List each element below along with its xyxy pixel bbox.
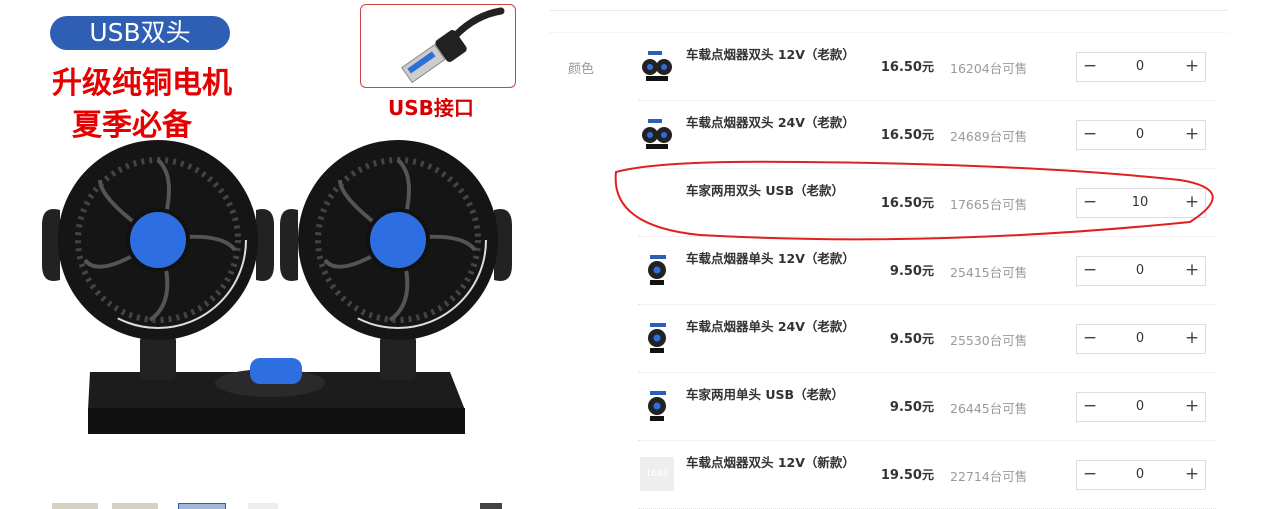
dual-fan-thumb-icon[interactable] bbox=[640, 49, 674, 83]
sku-price-value: 9.50 bbox=[889, 332, 922, 347]
quantity-stepper: − + bbox=[1076, 324, 1206, 354]
quantity-input[interactable] bbox=[1105, 394, 1175, 418]
sku-price: 16.50元 bbox=[870, 194, 934, 211]
sku-price-value: 16.50 bbox=[880, 128, 922, 143]
quantity-input[interactable] bbox=[1105, 190, 1175, 214]
sku-stock: 25415台可售 bbox=[950, 265, 1028, 280]
decrease-button[interactable]: − bbox=[1077, 325, 1103, 353]
quantity-input[interactable] bbox=[1105, 122, 1175, 146]
sku-stock: 26445台可售 bbox=[950, 401, 1028, 416]
quantity-stepper: − + bbox=[1076, 120, 1206, 150]
sku-name: 车载点烟器双头 24V（老款） bbox=[686, 115, 855, 130]
gallery-thumbnail[interactable] bbox=[248, 503, 278, 509]
sku-price: 16.50元 bbox=[870, 58, 934, 75]
quantity-stepper: − + bbox=[1076, 188, 1206, 218]
divider bbox=[550, 10, 1228, 11]
sku-price-unit: 元 bbox=[921, 196, 934, 210]
sku-price: 16.50元 bbox=[870, 126, 934, 143]
sku-row: 车家两用双头 USB（老款） 16.50元 17665台可售 − + bbox=[638, 168, 1216, 237]
sku-price: 19.50元 bbox=[870, 466, 934, 483]
sku-price-unit: 元 bbox=[921, 60, 934, 74]
sku-row: 1688 车载点烟器双头 12V（新款） 19.50元 22714台可售 − + bbox=[638, 440, 1216, 509]
sku-price-unit: 元 bbox=[921, 468, 934, 482]
quantity-stepper: − + bbox=[1076, 52, 1206, 82]
increase-button[interactable]: + bbox=[1179, 257, 1205, 285]
sku-price-value: 9.50 bbox=[889, 400, 922, 415]
attribute-label: 颜色 bbox=[568, 62, 595, 77]
sku-price: 9.50元 bbox=[870, 262, 934, 279]
sku-price-value: 16.50 bbox=[880, 60, 922, 75]
product-image-gallery: USB双头 升级纯铜电机 夏季必备 USB接口 bbox=[0, 0, 548, 509]
increase-button[interactable]: + bbox=[1179, 461, 1205, 489]
sku-price-unit: 元 bbox=[921, 400, 934, 414]
sku-name: 车载点烟器双头 12V（老款） bbox=[686, 47, 855, 62]
quantity-stepper: − + bbox=[1076, 460, 1206, 490]
sku-price-value: 9.50 bbox=[889, 264, 922, 279]
quantity-input[interactable] bbox=[1105, 326, 1175, 350]
increase-button[interactable]: + bbox=[1179, 325, 1205, 353]
promo-text-line2: 夏季必备 bbox=[72, 108, 192, 143]
gallery-thumbnail-active[interactable] bbox=[178, 503, 226, 509]
sku-stock: 24689台可售 bbox=[950, 129, 1028, 144]
sku-price-unit: 元 bbox=[921, 332, 934, 346]
decrease-button[interactable]: − bbox=[1077, 53, 1103, 81]
single-fan-thumb-icon[interactable] bbox=[640, 253, 674, 287]
decrease-button[interactable]: − bbox=[1077, 393, 1103, 421]
increase-button[interactable]: + bbox=[1179, 393, 1205, 421]
decrease-button[interactable]: − bbox=[1077, 189, 1103, 217]
sku-price-value: 16.50 bbox=[880, 196, 922, 211]
sku-price: 9.50元 bbox=[870, 398, 934, 415]
sku-stock: 17665台可售 bbox=[950, 197, 1028, 212]
quantity-input[interactable] bbox=[1105, 54, 1175, 78]
sku-stock: 25530台可售 bbox=[950, 333, 1028, 348]
decrease-button[interactable]: − bbox=[1077, 121, 1103, 149]
sku-price: 9.50元 bbox=[870, 330, 934, 347]
single-fan-thumb-icon[interactable] bbox=[640, 389, 674, 423]
quantity-input[interactable] bbox=[1105, 258, 1175, 282]
increase-button[interactable]: + bbox=[1179, 121, 1205, 149]
sku-row: 车载点烟器双头 12V（老款） 16.50元 16204台可售 − + bbox=[638, 32, 1216, 101]
placeholder-thumb-icon[interactable]: 1688 bbox=[640, 457, 674, 491]
increase-button[interactable]: + bbox=[1179, 53, 1205, 81]
sku-price-value: 19.50 bbox=[880, 468, 922, 483]
usb-plug-icon bbox=[401, 7, 505, 84]
usb-interface-caption: USB接口 bbox=[388, 96, 474, 120]
quantity-stepper: − + bbox=[1076, 392, 1206, 422]
single-fan-thumb-icon[interactable] bbox=[640, 321, 674, 355]
sku-price-unit: 元 bbox=[921, 264, 934, 278]
usb-plug-image bbox=[360, 4, 516, 88]
quantity-input[interactable] bbox=[1105, 462, 1175, 486]
sku-name: 车家两用单头 USB（老款） bbox=[686, 387, 845, 402]
sku-price-unit: 元 bbox=[921, 128, 934, 142]
dual-fan-thumb-icon[interactable] bbox=[640, 117, 674, 151]
sku-row: 车载点烟器单头 12V（老款） 9.50元 25415台可售 − + bbox=[638, 236, 1216, 305]
sku-stock: 16204台可售 bbox=[950, 61, 1028, 76]
empty-thumb bbox=[640, 185, 674, 219]
sku-name: 车家两用双头 USB（老款） bbox=[686, 183, 845, 198]
increase-button[interactable]: + bbox=[1179, 189, 1205, 217]
sku-row: 车载点烟器单头 24V（老款） 9.50元 25530台可售 − + bbox=[638, 304, 1216, 373]
sku-row: 车家两用单头 USB（老款） 9.50元 26445台可售 − + bbox=[638, 372, 1216, 441]
sku-selector-panel: 颜色 车载点烟器双头 12V（老款） 16.50元 16204台可售 − + 车… bbox=[550, 0, 1230, 509]
sku-name: 车载点烟器单头 24V（老款） bbox=[686, 319, 855, 334]
sku-name: 车载点烟器单头 12V（老款） bbox=[686, 251, 855, 266]
sku-name: 车载点烟器双头 12V（新款） bbox=[686, 455, 855, 470]
gallery-thumbnail[interactable] bbox=[112, 503, 158, 509]
sku-stock: 22714台可售 bbox=[950, 469, 1028, 484]
dual-fan-product-icon bbox=[42, 140, 512, 434]
gallery-thumbnail[interactable] bbox=[480, 503, 502, 509]
decrease-button[interactable]: − bbox=[1077, 257, 1103, 285]
sku-row: 车载点烟器双头 24V（老款） 16.50元 24689台可售 − + bbox=[638, 100, 1216, 169]
thumbnail-strip bbox=[20, 503, 520, 509]
usb-dual-badge: USB双头 bbox=[50, 16, 230, 50]
quantity-stepper: − + bbox=[1076, 256, 1206, 286]
decrease-button[interactable]: − bbox=[1077, 461, 1103, 489]
promo-text-line1: 升级纯铜电机 bbox=[52, 66, 232, 101]
gallery-thumbnail[interactable] bbox=[52, 503, 98, 509]
